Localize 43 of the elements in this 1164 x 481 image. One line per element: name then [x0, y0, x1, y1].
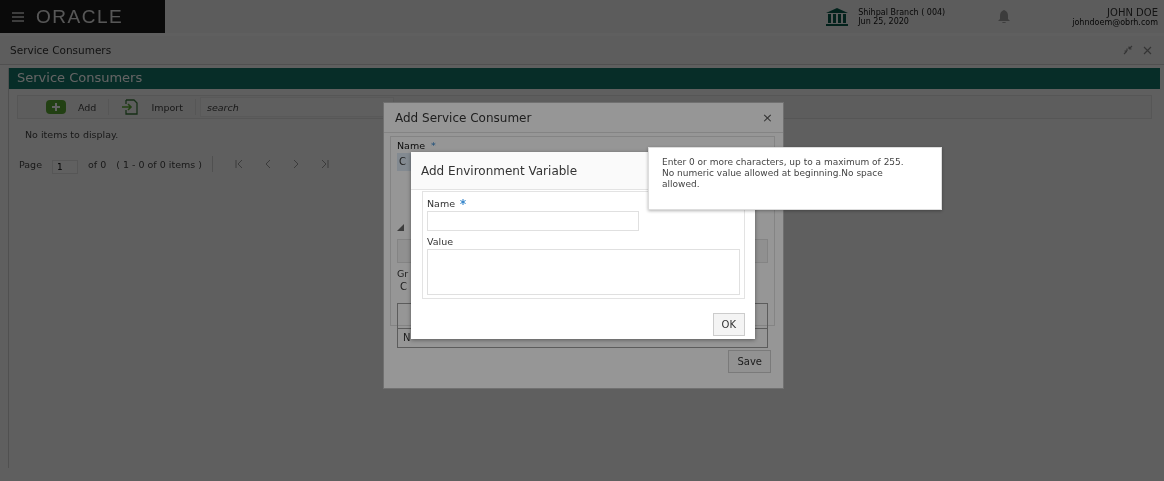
required-icon	[460, 199, 467, 205]
branch-name: Shihpal Branch ( 004)	[858, 7, 947, 17]
required-mark: *	[431, 140, 436, 151]
bank-icon	[826, 7, 849, 26]
dialog-title: Add Environment Variable	[421, 163, 578, 178]
tooltip-text: Enter 0 or more characters, up to a maximum of 255.	[662, 157, 905, 168]
expand-icon[interactable]	[397, 224, 404, 231]
page-count: of 0	[88, 158, 107, 170]
empty-message: No items to display.	[25, 129, 120, 140]
table-cell-text: N	[402, 331, 412, 345]
toolbar-button[interactable]: Import	[113, 99, 191, 115]
page-title: Service Consumers	[10, 44, 112, 56]
plus-icon	[46, 100, 66, 114]
page-label: Page	[19, 158, 42, 170]
field-label: Name	[427, 198, 456, 209]
import-icon	[121, 99, 140, 115]
search-field[interactable]: search	[199, 97, 394, 117]
field-label: Name	[397, 140, 426, 151]
section-banner: Service Consumers	[9, 68, 1160, 89]
ok-button[interactable]: OK	[712, 313, 745, 336]
value-input[interactable]	[427, 249, 740, 295]
close-button[interactable]: ×	[762, 110, 773, 125]
user-email: johndoem@obrh.com	[1072, 17, 1158, 27]
last-page-icon[interactable]	[320, 160, 329, 168]
branch-date: Jun 25, 2020	[858, 16, 910, 26]
field-label: Gr	[397, 268, 410, 279]
item-range: ( 1 - 0 of 0 items )	[116, 158, 202, 170]
field-label: Value	[427, 236, 454, 247]
bell-icon[interactable]	[998, 10, 1011, 23]
previous-page-icon[interactable]	[264, 160, 271, 168]
save-button[interactable]: Save	[728, 350, 771, 373]
menu-icon[interactable]	[12, 11, 24, 22]
next-page-icon[interactable]	[292, 160, 299, 168]
logo: ORACLE	[36, 5, 124, 28]
tooltip-text: No numeric value allowed at beginning.No space allowed.	[662, 168, 884, 190]
close-icon[interactable]	[1143, 45, 1152, 55]
name-input[interactable]	[427, 211, 639, 231]
collapse-icon[interactable]	[1123, 45, 1133, 55]
toolbar-button[interactable]: Add	[38, 100, 105, 114]
dialog-title: Add Service Consumer	[395, 110, 532, 125]
page-number-field[interactable]: 1	[52, 160, 78, 174]
user-name: JOHN DOE	[1107, 6, 1158, 18]
first-page-icon[interactable]	[234, 160, 243, 168]
